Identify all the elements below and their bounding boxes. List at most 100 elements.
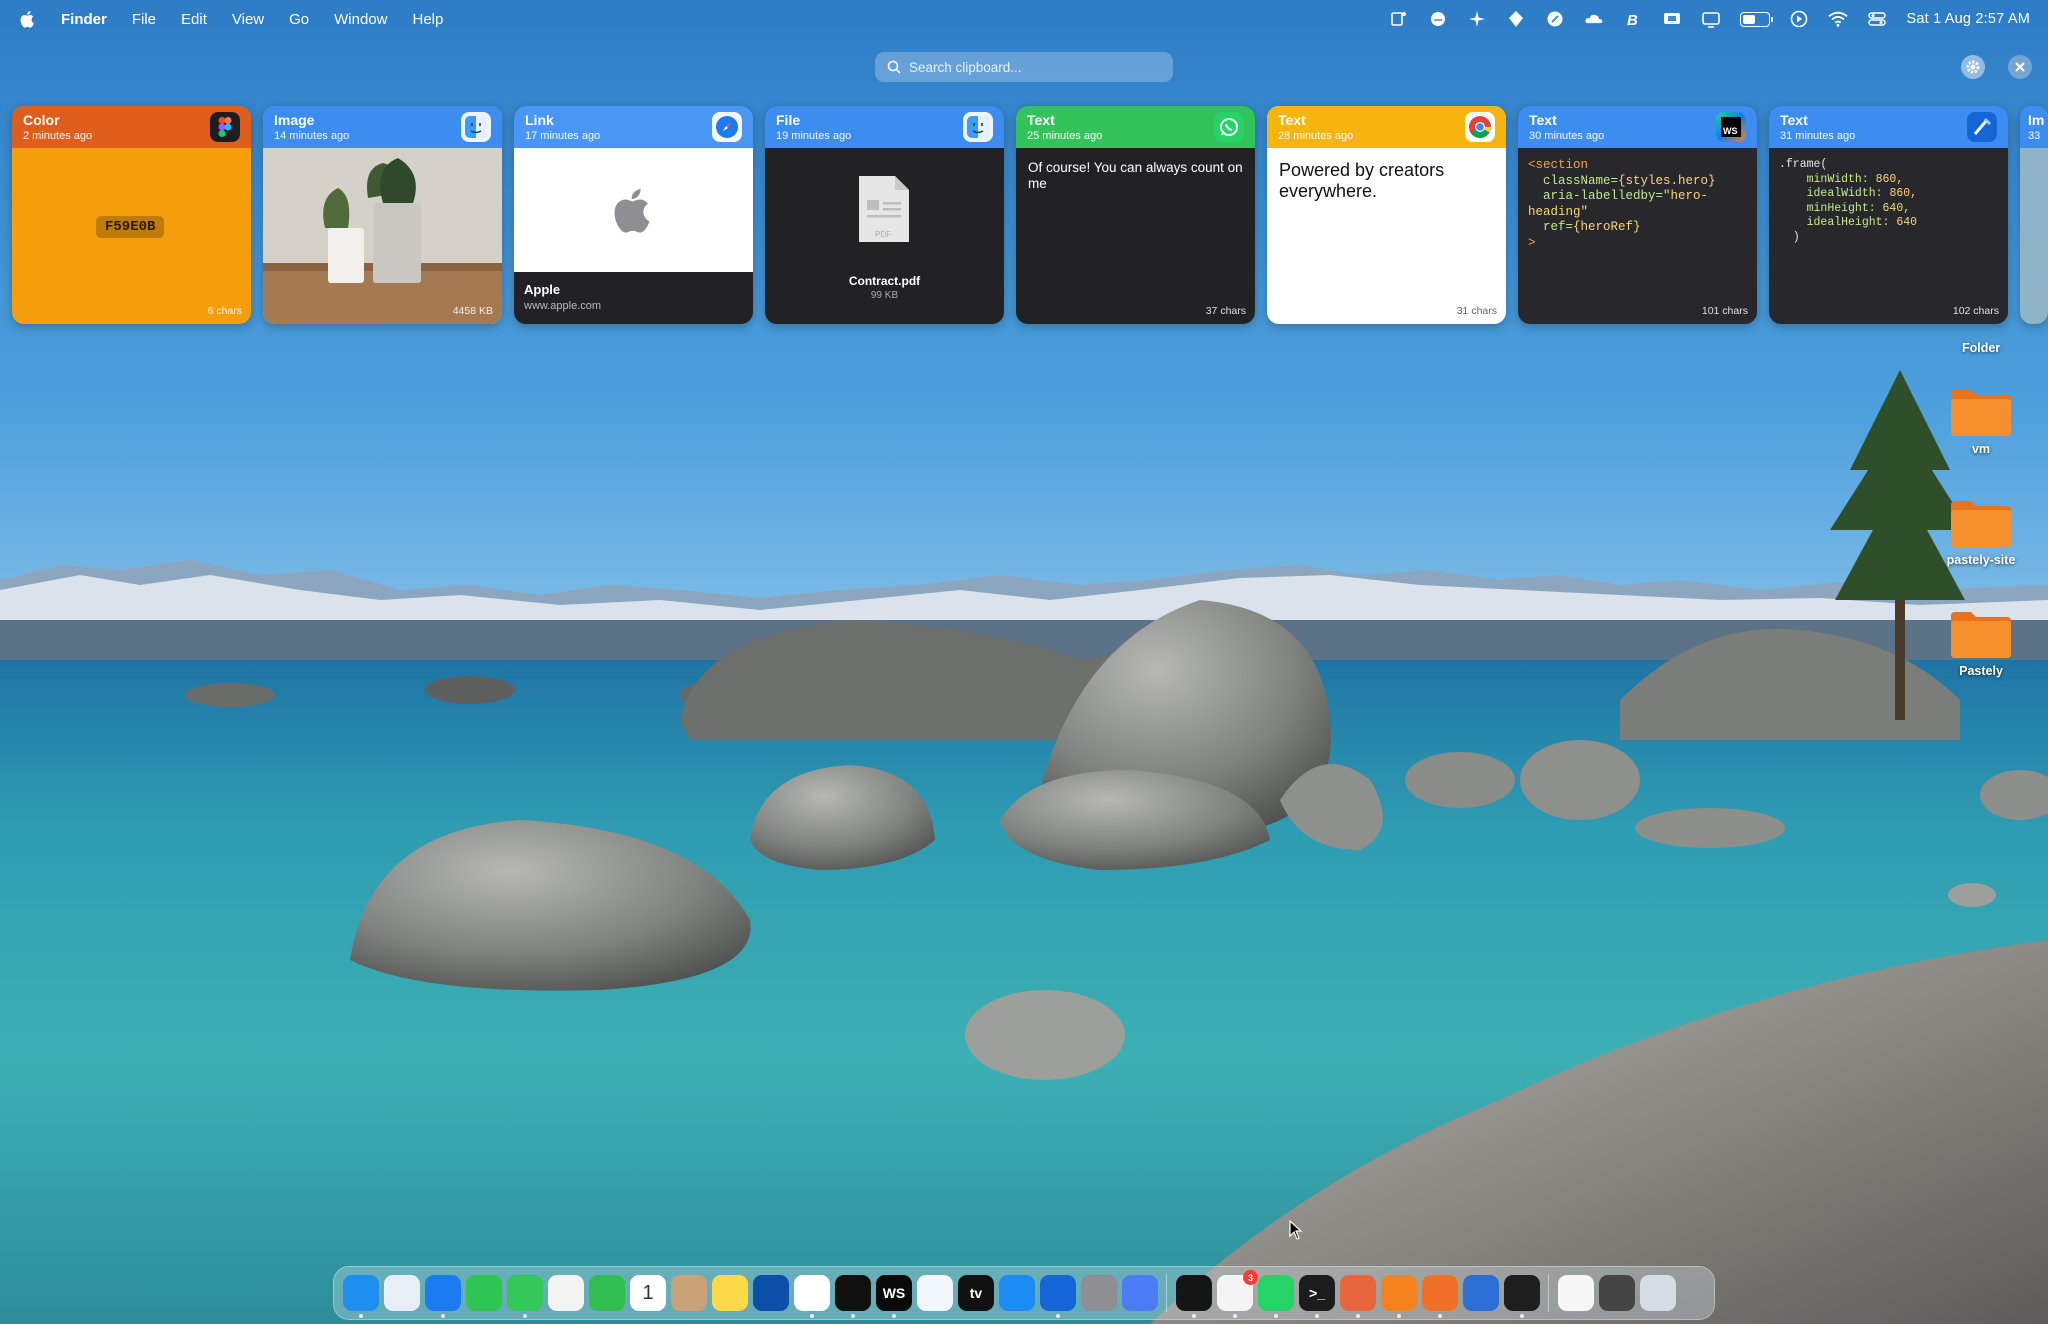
link-url[interactable]: www.apple.com	[524, 300, 601, 312]
dock-calendar-icon[interactable]: 1	[630, 1275, 666, 1311]
code-token: minWidth:	[1806, 172, 1876, 186]
clipboard-card-code[interactable]: Text 30 minutes ago WS <section classNam…	[1518, 106, 1757, 324]
dock-notes-icon[interactable]	[712, 1275, 748, 1311]
clipboard-card-code[interactable]: Text 31 minutes ago .frame( minWidth: 86…	[1769, 106, 2008, 324]
clipboard-card-file[interactable]: File 19 minutes ago PDF Contract.pdf 99 …	[765, 106, 1004, 324]
card-header: File 19 minutes ago	[765, 106, 1004, 148]
desktop-folder-label[interactable]: Folder	[1962, 341, 2000, 355]
battery-icon[interactable]	[1740, 11, 1774, 27]
clipboard-card-image[interactable]: Image 14 minutes ago 4458 KB	[263, 106, 502, 324]
card-footer: 37 chars	[1205, 305, 1246, 317]
desktop-folder-pastely[interactable]: Pastely	[1931, 608, 2031, 678]
menu-file[interactable]: File	[132, 11, 156, 28]
menu-window[interactable]: Window	[334, 11, 387, 28]
dock-word-icon[interactable]	[1463, 1275, 1499, 1311]
dock-simulator-icon[interactable]	[1122, 1275, 1158, 1311]
menu-app-name[interactable]: Finder	[61, 11, 107, 28]
dock-cursor-app-icon[interactable]	[1176, 1275, 1212, 1318]
search-input[interactable]	[909, 59, 1159, 75]
card-body: <section className={styles.hero} aria-la…	[1518, 148, 1757, 324]
dock-cloudflare-icon[interactable]	[1381, 1275, 1417, 1318]
desktop-folder-vm[interactable]: vm	[1931, 386, 2031, 456]
card-time: 14 minutes ago	[274, 130, 350, 142]
folder-label: vm	[1971, 442, 1991, 456]
clipboard-card-text[interactable]: Text 28 minutes ago Powered by creators …	[1267, 106, 1506, 324]
apple-menu-icon[interactable]	[20, 10, 36, 28]
display-icon[interactable]	[1662, 10, 1682, 28]
card-header: Color 2 minutes ago	[12, 106, 251, 148]
dock-terminal-icon[interactable]: >_	[1299, 1275, 1335, 1318]
dock-spotify-icon[interactable]	[835, 1275, 871, 1318]
dock-separator	[1548, 1274, 1549, 1312]
dock-slack-icon[interactable]: 3	[1217, 1270, 1258, 1318]
dock-finder-icon[interactable]	[343, 1275, 379, 1318]
play-icon[interactable]	[1789, 10, 1809, 28]
stage-manager-icon[interactable]	[1389, 10, 1409, 28]
close-button[interactable]	[2008, 55, 2032, 79]
dock-phone-icon[interactable]	[466, 1275, 502, 1311]
menu-view[interactable]: View	[232, 11, 264, 28]
card-type: Text	[1780, 112, 1808, 128]
dock-claude-icon[interactable]	[1340, 1275, 1376, 1318]
dock-app-store-icon[interactable]	[999, 1275, 1035, 1311]
dock-messages-icon[interactable]	[507, 1275, 543, 1318]
dock-preview-doc-icon[interactable]	[1558, 1275, 1594, 1311]
wifi-icon[interactable]	[1828, 10, 1849, 28]
clipboard-search[interactable]	[875, 52, 1173, 82]
menu-edit[interactable]: Edit	[181, 11, 207, 28]
card-time: 2 minutes ago	[23, 130, 93, 142]
clipboard-card-link[interactable]: Link 17 minutes ago Apple www.apple.com	[514, 106, 753, 324]
dock-chrome-icon[interactable]	[794, 1275, 830, 1318]
cloud-sync-icon[interactable]	[1428, 10, 1448, 28]
dock-photos-icon[interactable]	[548, 1275, 584, 1311]
card-type: File	[776, 112, 801, 128]
card-header: Text 30 minutes ago WS	[1518, 106, 1757, 148]
cloud-icon[interactable]	[1584, 10, 1604, 28]
screen-icon[interactable]	[1701, 10, 1721, 28]
clipboard-card-text[interactable]: Text 25 minutes ago Of course! You can a…	[1016, 106, 1255, 324]
search-icon	[887, 60, 901, 74]
code-token: ref=	[1543, 220, 1574, 234]
menu-clock[interactable]: Sat 1 Aug 2:57 AM	[1906, 11, 2030, 27]
battery-indicator	[1740, 11, 1774, 27]
b-app-icon[interactable]: B	[1623, 10, 1643, 28]
safari-icon	[712, 112, 742, 142]
sparkle-icon[interactable]	[1467, 10, 1487, 28]
menu-help[interactable]: Help	[413, 11, 444, 28]
dock-instruments-icon[interactable]	[917, 1275, 953, 1311]
dock-contacts-icon[interactable]	[671, 1275, 707, 1311]
folder-label: Pastely	[1959, 664, 2003, 678]
control-center-icon[interactable]	[1867, 10, 1887, 28]
dock-whatsapp-icon[interactable]	[1258, 1275, 1294, 1318]
card-footer: 102 chars	[1952, 305, 1999, 317]
dock-launchpad-icon[interactable]	[384, 1275, 420, 1311]
menu-bar: Finder File Edit View Go Window Help B S…	[0, 0, 2048, 38]
dock-xcode-icon[interactable]	[1040, 1275, 1076, 1318]
dock-apple-tv-icon[interactable]: tv	[958, 1275, 994, 1311]
figma-icon	[210, 112, 240, 142]
menu-go[interactable]: Go	[289, 11, 309, 28]
card-type: Text	[1027, 112, 1055, 128]
desktop-folder-pastely-site[interactable]: pastely-site	[1931, 497, 2031, 567]
dock-downloads-stack-icon[interactable]	[1599, 1275, 1635, 1311]
clipboard-card-partial[interactable]: Im 33	[2020, 106, 2048, 324]
dock: 1 WS tv 3 >_	[333, 1266, 1715, 1320]
dock-trash-icon[interactable]	[1640, 1275, 1676, 1311]
file-info: Contract.pdf 99 KB	[765, 274, 1004, 301]
color-picker-icon[interactable]	[1545, 10, 1565, 28]
clipboard-card-color[interactable]: Color 2 minutes ago F59E0B 6 chars	[12, 106, 251, 324]
card-body: F59E0B 6 chars	[12, 148, 251, 324]
dock-facetime-icon[interactable]	[589, 1275, 625, 1311]
dock-safari-icon[interactable]	[425, 1275, 461, 1318]
code-line: )	[1792, 230, 1800, 244]
code-token: idealWidth:	[1806, 187, 1890, 200]
card-body: .frame( minWidth: 860, idealWidth: 860, …	[1769, 148, 2008, 324]
settings-button[interactable]	[1961, 55, 1985, 79]
dock-figma-icon[interactable]	[1504, 1275, 1540, 1318]
dock-webstorm-icon[interactable]: WS	[876, 1275, 912, 1318]
dock-system-settings-icon[interactable]	[1081, 1275, 1117, 1311]
code-token: 640	[1896, 216, 1918, 229]
dock-pastely-icon[interactable]	[1422, 1275, 1458, 1318]
dock-freeform-icon[interactable]	[753, 1275, 789, 1311]
shield-icon[interactable]	[1506, 10, 1526, 28]
